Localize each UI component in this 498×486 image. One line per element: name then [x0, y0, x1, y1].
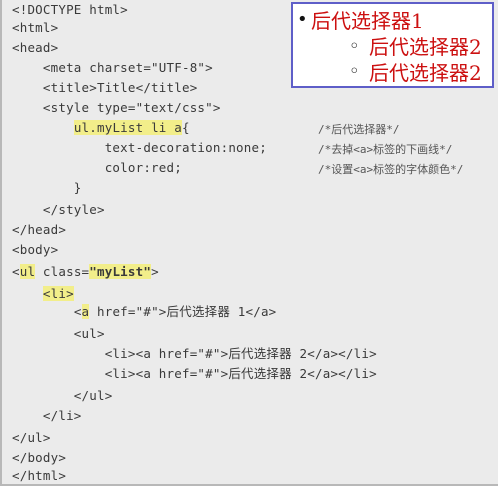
- preview-link-3[interactable]: 后代选择器2: [369, 62, 482, 84]
- code-line-selector: ul.myList li a{: [12, 118, 190, 138]
- code-line: </html>: [12, 468, 67, 483]
- tag-close: >: [151, 264, 159, 279]
- code-line: </ul>: [12, 388, 113, 403]
- code-line: <!DOCTYPE html>: [12, 2, 128, 17]
- circle-bullet-icon: ◦: [349, 36, 360, 57]
- code-line-ul: <ul class="myList">: [12, 262, 159, 282]
- code-comment: /*后代选择器*/: [318, 123, 400, 136]
- code-line: color:red;: [12, 160, 182, 175]
- a-rest: href="#">后代选择器 1</a>: [89, 304, 277, 319]
- code-line-li: <li>: [12, 284, 74, 304]
- li-open-highlight: <: [42, 286, 51, 301]
- browser-preview: • 后代选择器1 ◦ 后代选择器2 ◦ 后代选择器2: [291, 2, 494, 88]
- code-line: <li><a href="#">后代选择器 2</a></li>: [12, 366, 377, 381]
- tag-open: <: [12, 264, 20, 279]
- code-line: <html>: [12, 20, 59, 35]
- preview-link-1[interactable]: 后代选择器1: [311, 10, 424, 32]
- circle-bullet-icon: ◦: [349, 61, 360, 82]
- class-attr: class=: [35, 264, 90, 279]
- code-comment: /*设置<a>标签的字体颜色*/: [318, 163, 464, 176]
- code-line: <li><a href="#">后代选择器 2</a></li>: [12, 346, 377, 361]
- css-selector-highlight: ul.myList li a: [73, 120, 182, 135]
- code-line: <head>: [12, 40, 59, 55]
- class-value-highlight: "myList": [89, 264, 152, 279]
- code-line: </body>: [12, 450, 67, 465]
- code-line: <title>Title</title>: [12, 80, 198, 95]
- li-tag-highlight: li: [50, 286, 67, 301]
- code-line: </style>: [12, 202, 105, 217]
- a-open: <: [73, 304, 82, 319]
- code-comment: /*去掉<a>标签的下画线*/: [318, 143, 453, 156]
- code-line: </li>: [12, 408, 82, 423]
- code-line: <body>: [12, 242, 59, 257]
- ul-tag-highlight: ul: [19, 264, 36, 279]
- li-close-highlight: >: [66, 286, 74, 301]
- code-line: }: [12, 180, 82, 195]
- code-line-a: <a href="#">后代选择器 1</a>: [12, 302, 276, 322]
- code-line: </ul>: [12, 430, 51, 445]
- code-line: <ul>: [12, 326, 105, 341]
- code-line: </head>: [12, 222, 67, 237]
- code-line: text-decoration:none;: [12, 140, 267, 155]
- css-brace: {: [181, 120, 190, 135]
- preview-link-2[interactable]: 后代选择器2: [369, 36, 482, 58]
- disc-bullet-icon: •: [297, 9, 308, 30]
- code-line: <style type="text/css">: [12, 100, 221, 115]
- code-line: <meta charset="UTF-8">: [12, 60, 213, 75]
